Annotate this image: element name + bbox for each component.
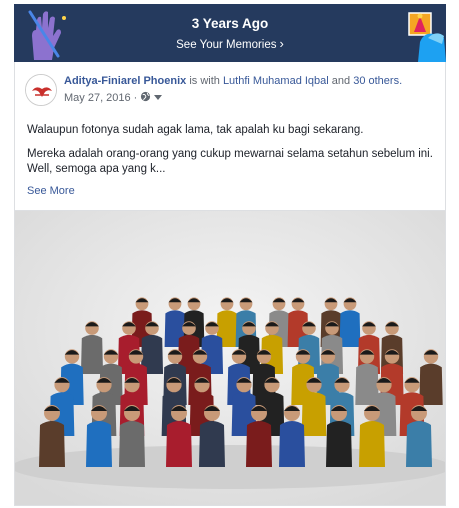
see-memories-label: See Your Memories	[176, 39, 277, 51]
post-paragraph-2: Mereka adalah orang-orang yang cukup mew…	[27, 148, 433, 175]
party-hat-icon	[408, 12, 446, 62]
see-memories-link[interactable]: See Your Memories ›	[14, 36, 446, 51]
phoenix-logo-icon	[26, 75, 56, 105]
globe-icon[interactable]	[140, 91, 151, 105]
see-more-link[interactable]: See More	[27, 185, 75, 197]
privacy-dropdown-icon[interactable]	[154, 92, 163, 104]
tagged-friend-link[interactable]: Luthfi Muhamad Iqbal	[223, 75, 329, 87]
meta-separator: ·	[133, 92, 138, 104]
and-text: and	[331, 75, 351, 87]
party-hand-icon	[28, 10, 66, 61]
avatar[interactable]	[25, 74, 57, 106]
memories-banner: 3 Years Ago See Your Memories ›	[14, 4, 446, 62]
post-body: Walaupun fotonya sudah agak lama, tak ap…	[27, 123, 439, 186]
post-date[interactable]: May 27, 2016	[64, 92, 131, 104]
chevron-right-icon: ›	[279, 36, 284, 51]
post-header: Aditya-Finiarel Phoenix is with Luthfi M…	[64, 75, 402, 87]
memory-title: 3 Years Ago	[191, 16, 269, 31]
with-text: is with	[189, 75, 220, 87]
post-meta: May 27, 2016 ·	[64, 91, 163, 105]
group-photo[interactable]	[14, 210, 446, 506]
memory-card: 3 Years Ago See Your Memories › Aditya-Fi…	[14, 4, 446, 506]
others-link[interactable]: 30 others.	[353, 75, 402, 87]
post-paragraph-1: Walaupun fotonya sudah agak lama, tak ap…	[27, 124, 364, 136]
post: Aditya-Finiarel Phoenix is with Luthfi M…	[14, 62, 446, 210]
author-name[interactable]: Aditya-Finiarel Phoenix	[64, 75, 186, 87]
